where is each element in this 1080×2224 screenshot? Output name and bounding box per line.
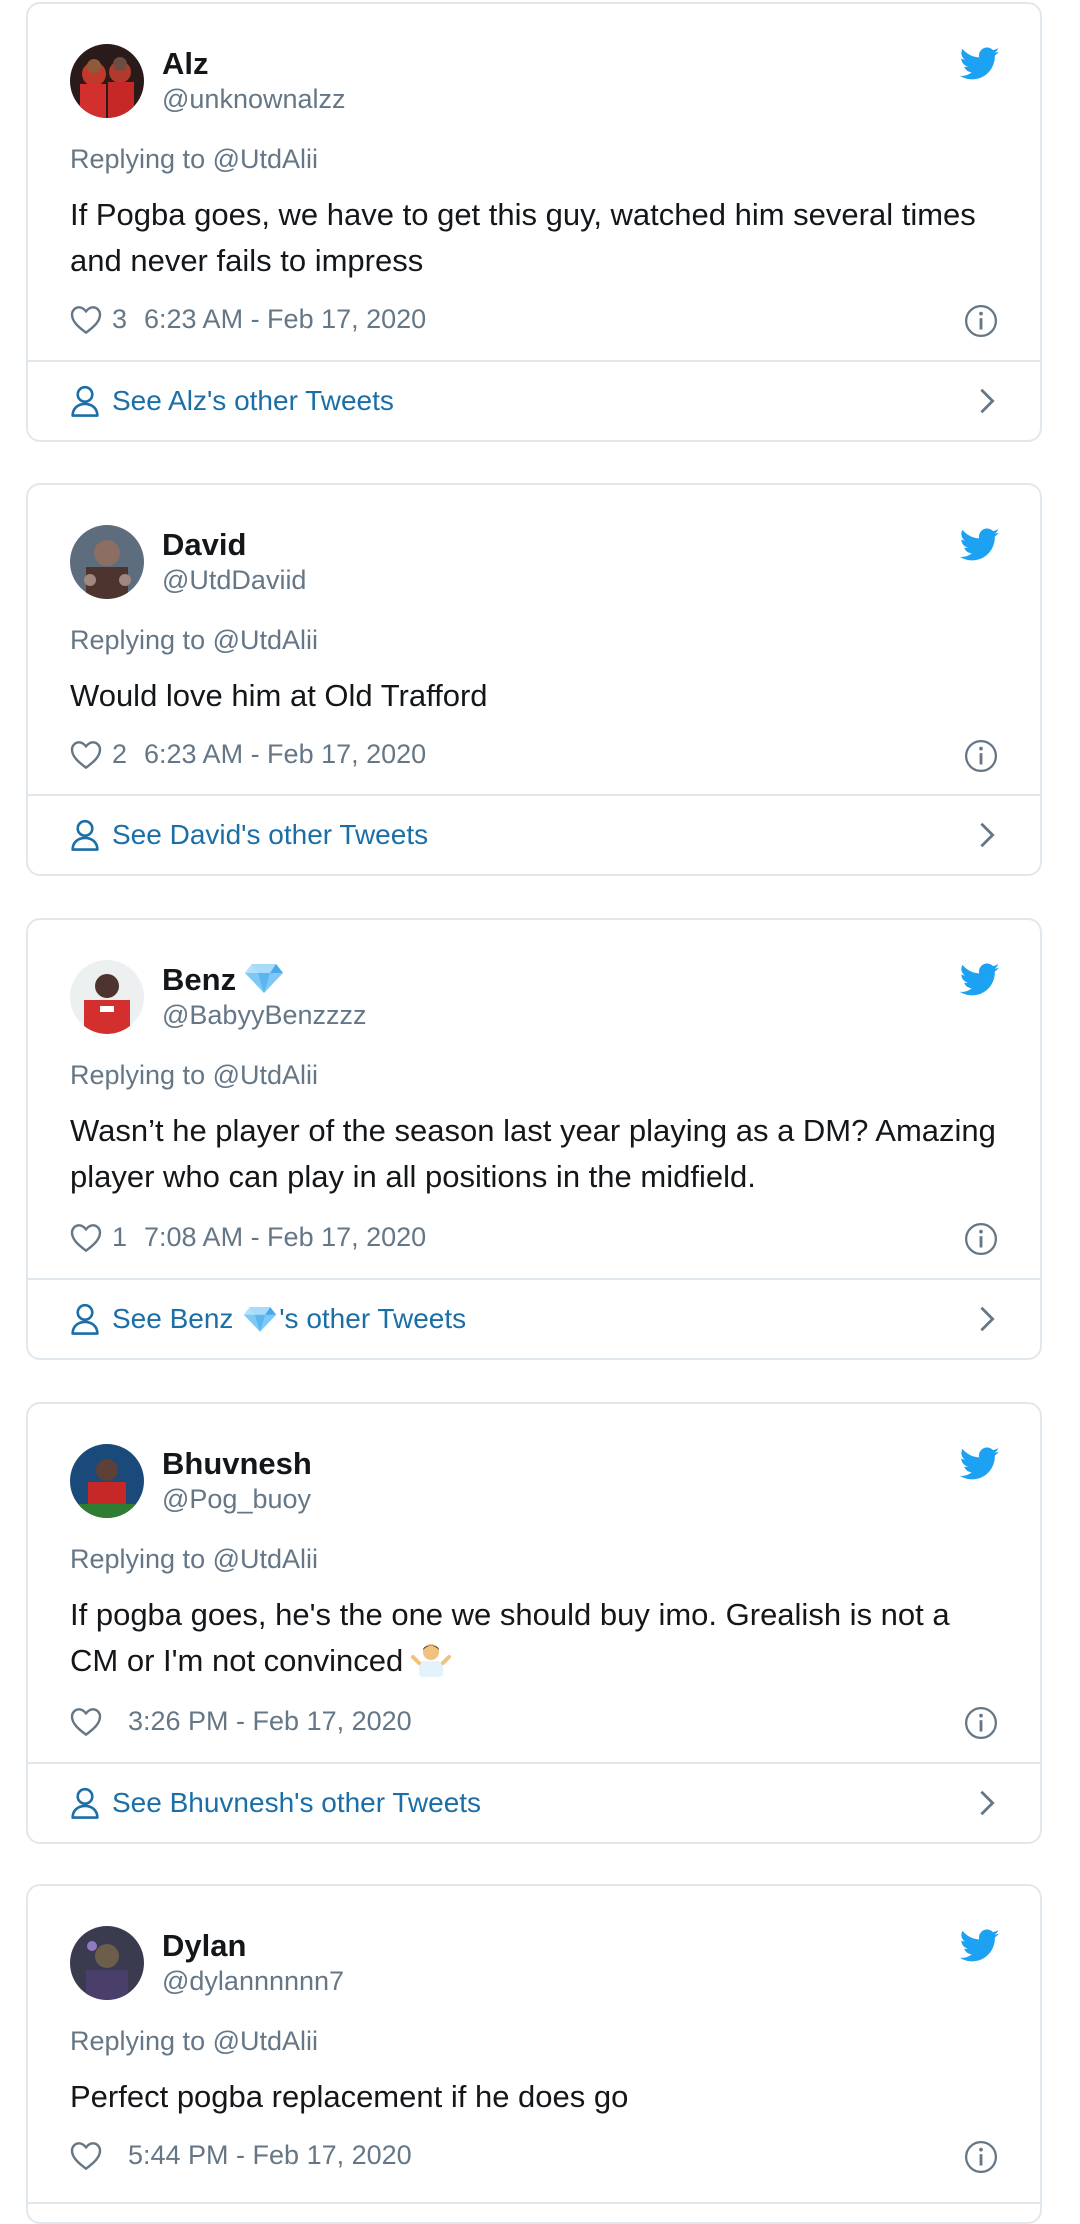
timestamp[interactable]: 3:26 PM - Feb 17, 2020 [128, 1706, 412, 1737]
see-other-tweets-link[interactable]: See Bhuvnesh's other Tweets [70, 1764, 481, 1842]
shrug-emoji [411, 1644, 452, 1677]
timestamp[interactable]: 6:23 AM - Feb 17, 2020 [144, 304, 426, 335]
info-icon[interactable] [964, 1222, 998, 1256]
replying-to[interactable]: Replying to @UtdAlii [70, 625, 318, 656]
author-name-text[interactable]: Benz [162, 962, 236, 997]
replying-to[interactable]: Replying to @UtdAlii [70, 144, 318, 175]
replying-to[interactable]: Replying to @UtdAlii [70, 2026, 318, 2057]
tweet-text: If Pogba goes, we have to get this guy, … [70, 197, 976, 278]
author-name[interactable]: David [162, 527, 246, 563]
replying-to[interactable]: Replying to @UtdAlii [70, 1544, 318, 1575]
timestamp[interactable]: 6:23 AM - Feb 17, 2020 [144, 739, 426, 770]
chevron-right-icon[interactable] [978, 1305, 996, 1333]
like-count: 1 [112, 1222, 128, 1252]
heart-icon[interactable] [70, 2141, 102, 2171]
tweet-footer[interactable]: See Bhuvnesh's other Tweets [28, 1762, 1040, 1842]
author-handle[interactable]: @UtdDaviid [162, 565, 306, 596]
author-name[interactable]: Benz [162, 962, 284, 998]
author-handle[interactable]: @dylannnnnn7 [162, 1966, 344, 1997]
author-handle[interactable]: @Pog_buoy [162, 1484, 311, 1515]
user-icon [71, 819, 99, 851]
tweet-footer[interactable] [28, 2202, 1040, 2222]
tweet-card: Bhuvnesh @Pog_buoy Replying to @UtdAlii … [26, 1402, 1042, 1844]
twitter-bird-icon[interactable] [960, 46, 1000, 82]
tweet-footer[interactable]: See Alz's other Tweets [28, 360, 1040, 440]
heart-icon[interactable] [70, 740, 102, 770]
tweet-card: Benz @BabyyBenzzzz Replying to @UtdAlii … [26, 918, 1042, 1360]
info-icon[interactable] [964, 2140, 998, 2174]
heart-icon[interactable] [70, 1707, 102, 1737]
avatar[interactable] [70, 1926, 144, 2000]
chevron-right-icon[interactable] [978, 387, 996, 415]
heart-icon[interactable] [70, 305, 102, 335]
like-count: 2 [112, 739, 128, 769]
author-handle[interactable]: @BabyyBenzzzz [162, 1000, 367, 1031]
heart-icon[interactable] [70, 1223, 102, 1253]
twitter-bird-icon[interactable] [960, 527, 1000, 563]
user-icon [71, 1787, 99, 1819]
tweet-text: Perfect pogba replacement if he does go [70, 2079, 629, 2114]
footer-label[interactable]: See Bhuvnesh's other Tweets [112, 1787, 481, 1819]
tweet-meta: 3:26 PM - Feb 17, 2020 [70, 1706, 412, 1737]
twitter-bird-icon[interactable] [960, 962, 1000, 998]
like-count: 3 [112, 304, 128, 334]
tweet-text: Wasn’t he player of the season last year… [70, 1113, 996, 1194]
tweet-text: If pogba goes, he's the one we should bu… [70, 1592, 1000, 1684]
author-handle[interactable]: @unknownalzz [162, 84, 346, 115]
tweet-card: Alz @unknownalzz Replying to @UtdAlii If… [26, 2, 1042, 442]
see-other-tweets-link[interactable]: See Benz 's other Tweets [70, 1280, 466, 1358]
tweet-text: Would love him at Old Trafford [70, 678, 488, 713]
tweet-meta: 5:44 PM - Feb 17, 2020 [70, 2140, 412, 2171]
author-name[interactable]: Dylan [162, 1928, 246, 1964]
author-name[interactable]: Alz [162, 46, 209, 82]
see-other-tweets-link[interactable]: See David's other Tweets [70, 796, 428, 874]
user-icon [71, 1303, 99, 1335]
tweet-text-content: If pogba goes, he's the one we should bu… [70, 1597, 950, 1678]
avatar[interactable] [70, 525, 144, 599]
author-name[interactable]: Bhuvnesh [162, 1446, 312, 1482]
gem-emoji [245, 964, 284, 993]
avatar[interactable] [70, 1444, 144, 1518]
tweet-meta: 3 6:23 AM - Feb 17, 2020 [70, 304, 426, 335]
tweet-meta: 2 6:23 AM - Feb 17, 2020 [70, 739, 426, 770]
footer-label-suffix[interactable]: 's other Tweets [279, 1303, 466, 1335]
footer-label[interactable]: See David's other Tweets [112, 819, 428, 851]
footer-label[interactable]: See Benz [112, 1303, 241, 1335]
twitter-bird-icon[interactable] [960, 1446, 1000, 1482]
chevron-right-icon[interactable] [978, 821, 996, 849]
avatar[interactable] [70, 44, 144, 118]
info-icon[interactable] [964, 1706, 998, 1740]
twitter-bird-icon[interactable] [960, 1928, 1000, 1964]
tweet-footer[interactable]: See David's other Tweets [28, 794, 1040, 874]
timestamp[interactable]: 7:08 AM - Feb 17, 2020 [144, 1222, 426, 1253]
chevron-right-icon[interactable] [978, 1789, 996, 1817]
info-icon[interactable] [964, 304, 998, 338]
tweet-card: Dylan @dylannnnnn7 Replying to @UtdAlii … [26, 1884, 1042, 2224]
tweet-card: David @UtdDaviid Replying to @UtdAlii Wo… [26, 483, 1042, 876]
footer-label[interactable]: See Alz's other Tweets [112, 385, 394, 417]
timestamp[interactable]: 5:44 PM - Feb 17, 2020 [128, 2140, 412, 2171]
tweet-meta: 1 7:08 AM - Feb 17, 2020 [70, 1222, 426, 1253]
see-other-tweets-link[interactable]: See Alz's other Tweets [70, 362, 394, 440]
avatar[interactable] [70, 960, 144, 1034]
user-icon [71, 385, 99, 417]
gem-emoji [244, 1307, 277, 1332]
replying-to[interactable]: Replying to @UtdAlii [70, 1060, 318, 1091]
tweet-footer[interactable]: See Benz 's other Tweets [28, 1278, 1040, 1358]
info-icon[interactable] [964, 739, 998, 773]
